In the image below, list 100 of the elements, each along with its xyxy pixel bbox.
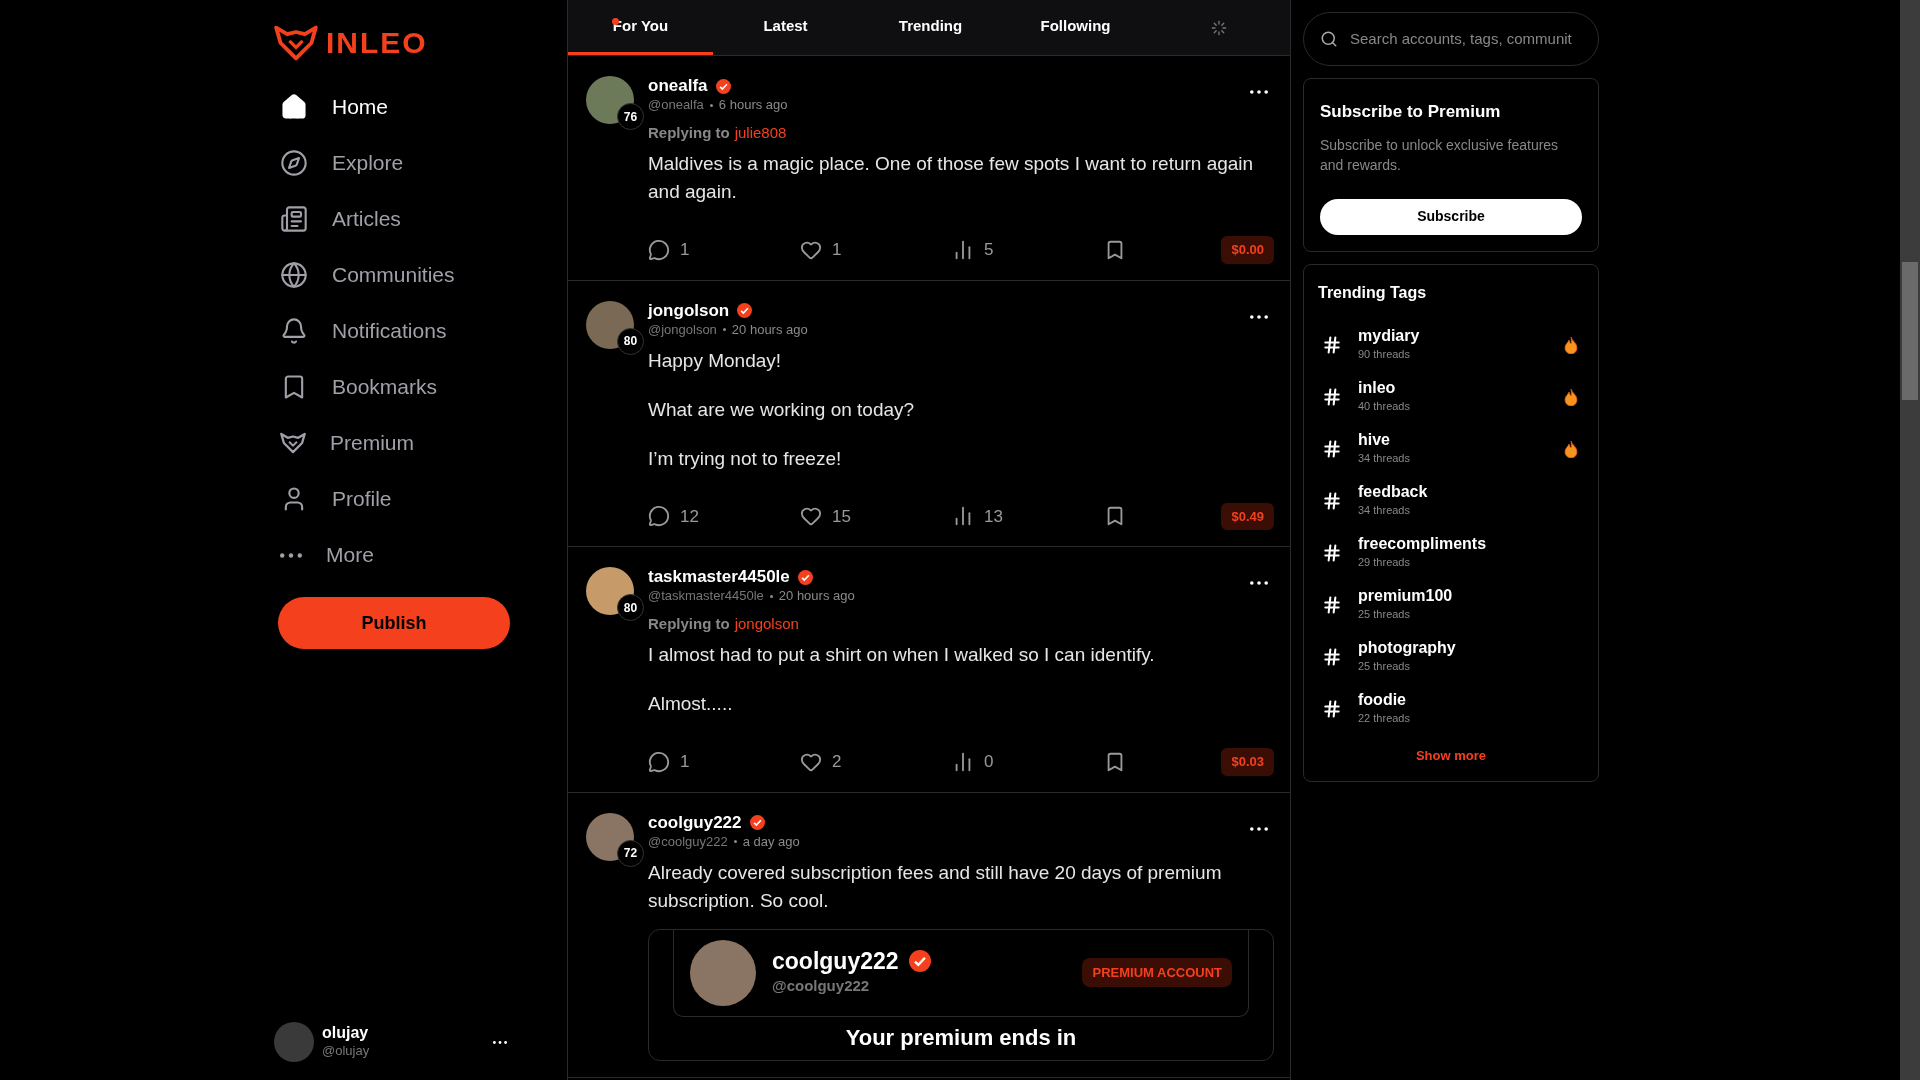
author-name[interactable]: coolguy222 (648, 812, 742, 833)
trending-tag[interactable]: mydiary 90 threads (1318, 318, 1584, 371)
reputation-badge: 76 (617, 103, 644, 130)
tag-name: photography (1358, 638, 1457, 657)
more-icon[interactable] (1250, 314, 1268, 319)
nav-item[interactable]: Articles (274, 191, 515, 247)
lion-icon (280, 432, 306, 454)
more-icon[interactable] (1250, 826, 1268, 831)
feed-tab[interactable]: Trending (858, 0, 1003, 55)
comment-count: 1 (680, 751, 690, 773)
payout-badge[interactable]: $0.03 (1221, 748, 1274, 776)
hash-icon (1322, 646, 1342, 667)
post-time: a day ago (742, 832, 800, 851)
like-count: 15 (832, 505, 851, 528)
like-count: 2 (832, 751, 842, 773)
more-icon[interactable] (1250, 90, 1268, 94)
logo-text[interactable]: INLEO (326, 20, 428, 65)
nav-item[interactable]: Notifications (274, 303, 515, 359)
search-input[interactable]: Search accounts, tags, communit (1350, 27, 1582, 51)
user-name: olujay (322, 1024, 370, 1042)
trending-tag[interactable]: foodie 22 threads (1318, 682, 1584, 735)
author-handle[interactable]: @onealfa (648, 96, 704, 114)
comment-icon[interactable] (648, 238, 670, 261)
trending-tag[interactable]: feedback 34 threads (1318, 474, 1584, 527)
reputation-badge: 80 (617, 327, 644, 355)
post-text: Happy Monday! (648, 348, 783, 373)
comment-count: 12 (680, 505, 699, 528)
payout-badge[interactable]: $0.00 (1221, 236, 1274, 264)
thread-count: 40 threads (1358, 398, 1411, 414)
post-time: 20 hours ago (731, 320, 808, 339)
nav-item[interactable]: Communities (274, 247, 515, 303)
tag-name: feedback (1358, 482, 1429, 501)
tag-name: foodie (1358, 690, 1407, 709)
more-icon (280, 552, 302, 558)
trending-tag[interactable]: freecompliments 29 threads (1318, 526, 1584, 579)
thread-count: 29 threads (1358, 554, 1411, 570)
reply-link[interactable]: julie808 (734, 124, 787, 142)
account-name: coolguy222 (772, 947, 899, 974)
trending-tag[interactable]: inleo 40 threads (1318, 370, 1584, 423)
user-handle: @olujay (322, 1042, 371, 1060)
comment-icon[interactable] (648, 750, 670, 773)
trending-tag[interactable]: premium100 25 threads (1318, 578, 1584, 631)
author-handle[interactable]: @jongolson (648, 320, 717, 339)
nav-item[interactable]: Home (274, 79, 515, 135)
post-text: Already covered subscription fees and still have 20 days of premium subscription. So cool. (648, 860, 1223, 913)
newspaper-icon (280, 205, 308, 233)
publish-button[interactable]: Publish (278, 597, 510, 649)
payout-badge[interactable]: $0.49 (1221, 502, 1274, 530)
home-icon (280, 93, 308, 121)
trending-tag[interactable]: hive 34 threads (1318, 422, 1584, 475)
replying-label: Replying to (648, 124, 730, 142)
post-time: 6 hours ago (718, 96, 788, 114)
comment-icon[interactable] (648, 505, 670, 528)
post-text: What are we working on today? (648, 397, 916, 422)
premium-caption: Your premium ends in (845, 1024, 1077, 1050)
scrollbar[interactable] (1900, 0, 1920, 1080)
tag-name: mydiary (1358, 326, 1421, 345)
hash-icon (1322, 594, 1342, 615)
author-handle[interactable]: @taskmaster4450le (648, 587, 764, 605)
reply-link[interactable]: jongolson (734, 615, 799, 633)
nav-item[interactable]: More (274, 527, 515, 583)
scrollbar-thumb[interactable] (1902, 262, 1918, 400)
hash-icon (1322, 386, 1342, 407)
tag-name: freecompliments (1358, 534, 1488, 553)
hash-icon (1322, 334, 1342, 355)
subscribe-button[interactable]: Subscribe (1320, 198, 1582, 235)
vote-count: 13 (984, 505, 1003, 528)
feed-tab[interactable]: Following (1003, 0, 1148, 55)
more-icon[interactable] (493, 1040, 507, 1044)
post-text: Almost..... (648, 692, 734, 716)
card-title: Trending Tags (1318, 282, 1428, 303)
thread-count: 34 threads (1358, 450, 1411, 466)
reputation-badge: 72 (617, 839, 644, 867)
author-name[interactable]: jongolson (648, 300, 730, 321)
feed-tab[interactable]: Latest (713, 0, 858, 55)
trending-tag[interactable]: photography 25 threads (1318, 630, 1584, 683)
author-handle[interactable]: @coolguy222 (648, 832, 728, 851)
reputation-badge: 80 (617, 594, 644, 621)
card-title: Subscribe to Premium (1320, 101, 1502, 123)
show-more-link[interactable]: Show more (1415, 747, 1487, 763)
post-time: 20 hours ago (778, 587, 855, 605)
premium-account-badge: PREMIUM ACCOUNT (1082, 957, 1232, 988)
thread-count: 25 threads (1358, 658, 1411, 674)
nav-item[interactable]: Explore (274, 135, 515, 191)
nav-item[interactable]: Bookmarks (274, 359, 515, 415)
thread-count: 22 threads (1358, 710, 1411, 726)
nav-item[interactable]: Profile (274, 471, 515, 527)
more-icon[interactable] (1250, 581, 1268, 585)
author-name[interactable]: taskmaster4450le (648, 567, 790, 587)
vote-count: 5 (984, 239, 994, 261)
author-name[interactable]: onealfa (648, 76, 708, 96)
hash-icon (1322, 542, 1342, 563)
heart-icon[interactable] (800, 505, 822, 528)
comment-count: 1 (680, 239, 690, 261)
loading-spinner-icon (1211, 19, 1227, 36)
logo-icon (274, 24, 318, 61)
nav-item[interactable]: Premium (274, 415, 515, 471)
post-text: Maldives is a magic place. One of those few spots I want to return again and again. (648, 152, 1255, 204)
like-count: 1 (832, 239, 842, 261)
compass-icon (280, 149, 308, 177)
